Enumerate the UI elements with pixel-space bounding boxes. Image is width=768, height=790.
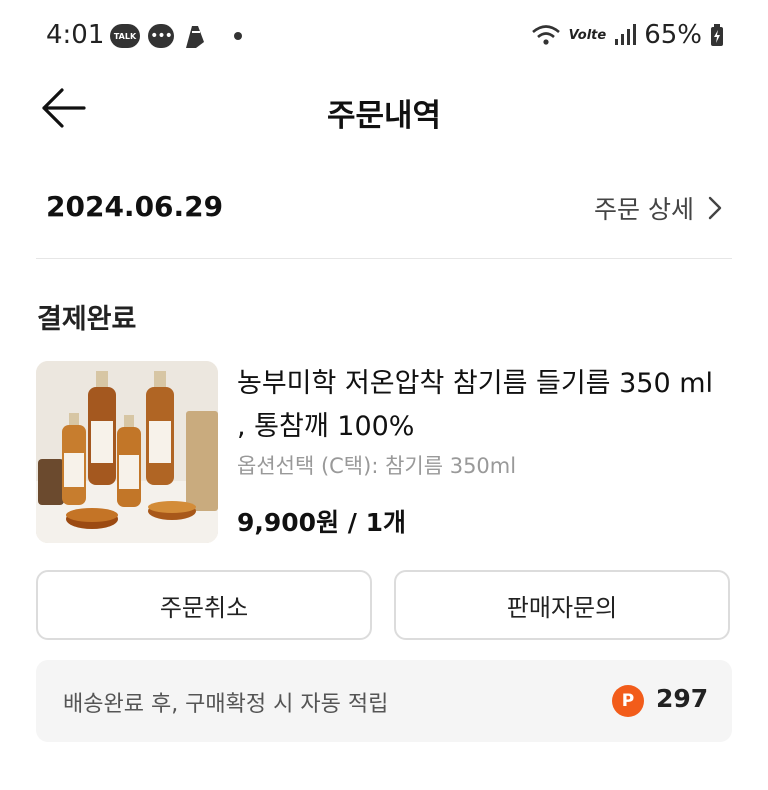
product-name[interactable]: 농부미학 저온압착 참기름 들기름 350 ml , 통참깨 100% (237, 362, 727, 448)
battery-percent: 65% (644, 20, 702, 50)
app-header: 주문내역 (0, 72, 768, 144)
divider (36, 258, 732, 259)
cancel-order-button[interactable]: 주문취소 (36, 570, 372, 640)
order-date: 2024.06.29 (46, 190, 224, 223)
volte-icon: Volte (568, 27, 607, 43)
chevron-right-icon (708, 196, 722, 220)
page-title: 주문내역 (326, 98, 442, 134)
seller-inquiry-button[interactable]: 판매자문의 (394, 570, 730, 640)
product-option: 옵션선택 (C택): 참기름 350ml (237, 454, 517, 478)
signal-icon (615, 24, 637, 45)
product-price: 9,900원 / 1개 (237, 508, 407, 537)
message-icon: ••• (148, 24, 174, 48)
points-icon: P (612, 685, 644, 717)
order-status: 결제완료 (37, 304, 137, 335)
order-detail-label: 주문 상세 (594, 195, 694, 224)
product-thumbnail[interactable] (36, 361, 218, 543)
points-value: 297 (656, 684, 709, 713)
order-detail-link[interactable]: 주문 상세 (594, 190, 722, 226)
points-info-text: 배송완료 후, 구매확정 시 자동 적립 (63, 692, 389, 717)
status-bar: 4:01 TALK ••• Volte 65% (0, 0, 768, 72)
app-notification-icon (186, 26, 204, 48)
notification-icons: TALK ••• (110, 22, 242, 50)
system-status: Volte 65% (531, 20, 724, 50)
wifi-icon (531, 25, 560, 45)
more-notifications-dot-icon (234, 32, 242, 40)
status-time: 4:01 (46, 20, 105, 50)
battery-charging-icon (711, 24, 723, 46)
product-image (36, 361, 218, 543)
kakaotalk-icon: TALK (110, 24, 140, 48)
points-info-box: 배송완료 후, 구매확정 시 자동 적립 P 297 (36, 660, 732, 742)
